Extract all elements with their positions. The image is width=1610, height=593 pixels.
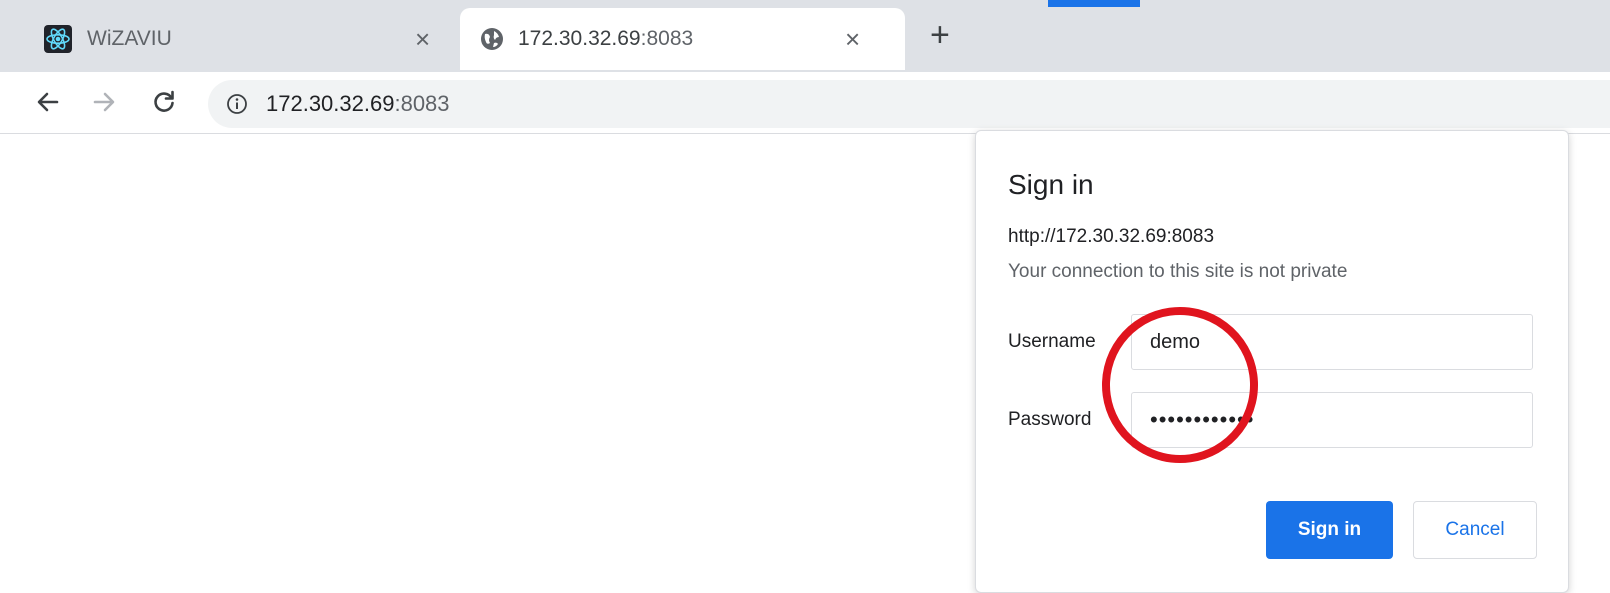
- back-button[interactable]: [32, 86, 64, 118]
- dialog-url: http://172.30.32.69:8083: [1008, 226, 1215, 247]
- tab-indicator-line: [1048, 0, 1140, 7]
- username-label: Username: [1008, 331, 1096, 352]
- globe-icon: [481, 28, 503, 50]
- sign-in-dialog: Sign in http://172.30.32.69:8083 Your co…: [975, 130, 1569, 593]
- dialog-warning: Your connection to this site is not priv…: [1008, 261, 1348, 282]
- forward-button[interactable]: [88, 86, 120, 118]
- tab-title: WiZAVIU: [87, 27, 172, 50]
- dialog-title: Sign in: [1008, 169, 1094, 200]
- reload-button[interactable]: [148, 86, 180, 118]
- password-label: Password: [1008, 409, 1092, 430]
- tab-wizaviu[interactable]: WiZAVIU ×: [20, 8, 460, 70]
- arrow-left-icon: [37, 92, 59, 112]
- address-port: :8083: [394, 91, 450, 116]
- tab-close-icon[interactable]: ×: [845, 26, 860, 52]
- tab-strip: WiZAVIU × 172.30.32.69:8083 × +: [0, 0, 1610, 72]
- cancel-button[interactable]: Cancel: [1413, 501, 1537, 559]
- address-host: 172.30.32.69: [266, 91, 395, 116]
- tab-localhost[interactable]: 172.30.32.69:8083 ×: [460, 8, 905, 70]
- address-bar[interactable]: 172.30.32.69:8083: [208, 80, 1610, 128]
- browser-toolbar: 172.30.32.69:8083: [0, 72, 1610, 134]
- tab-title: 172.30.32.69:8083: [518, 27, 693, 51]
- tab-title-host: 172.30.32.69: [518, 27, 641, 50]
- tab-close-icon[interactable]: ×: [415, 26, 430, 52]
- tab-title-port: :8083: [640, 27, 694, 50]
- address-url: 172.30.32.69:8083: [266, 91, 450, 117]
- react-logo-icon: [44, 25, 72, 53]
- password-field[interactable]: [1131, 392, 1533, 448]
- info-icon[interactable]: [226, 93, 248, 115]
- arrow-right-icon: [93, 92, 115, 112]
- username-field[interactable]: [1131, 314, 1533, 370]
- reload-icon: [154, 90, 174, 112]
- sign-in-button[interactable]: Sign in: [1266, 501, 1393, 559]
- new-tab-button[interactable]: +: [930, 18, 950, 52]
